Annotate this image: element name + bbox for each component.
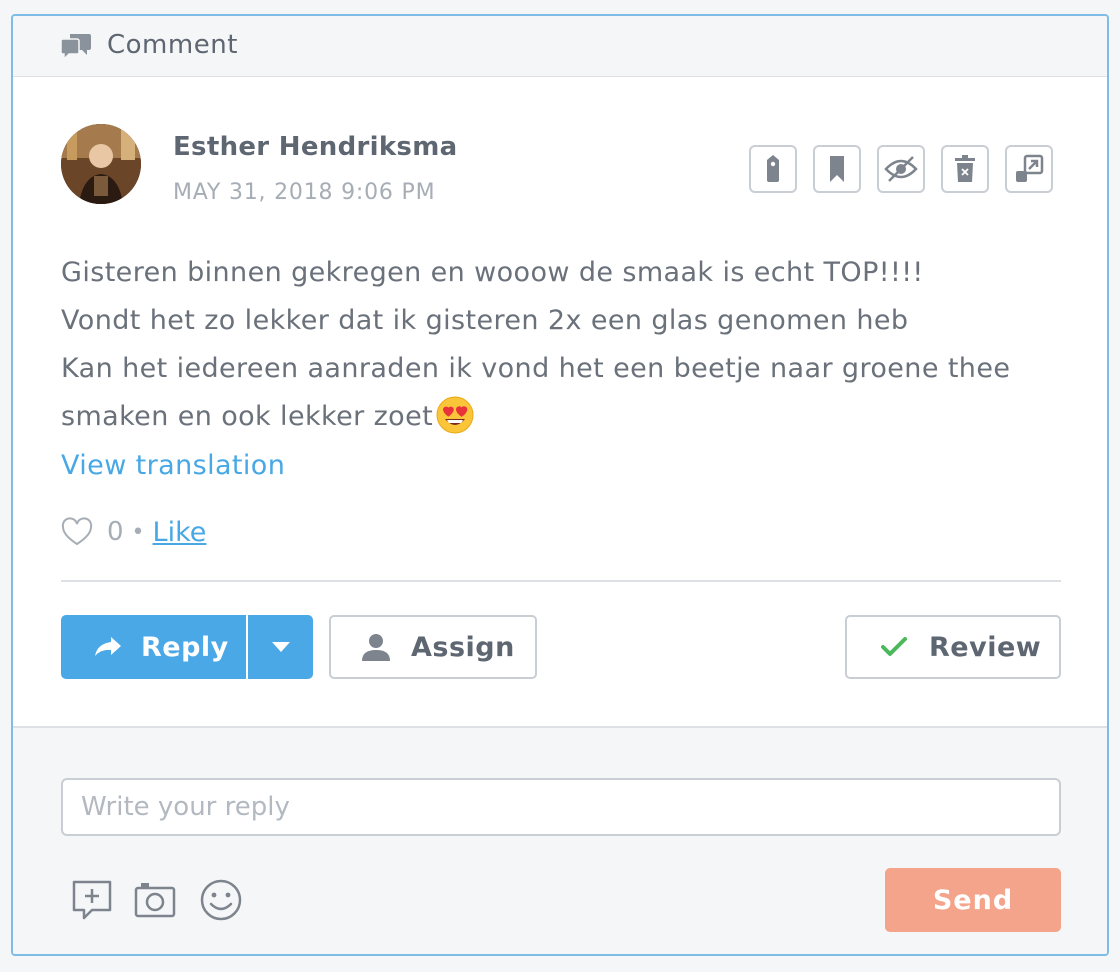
checkmark-icon (881, 637, 907, 656)
like-link[interactable]: Like (153, 517, 207, 548)
comment-line: Vondt het zo lekker dat ik gisteren 2x e… (61, 305, 909, 336)
heart-icon[interactable] (61, 517, 93, 547)
open-external-button[interactable] (1005, 145, 1053, 193)
camera-icon[interactable] (133, 878, 177, 922)
divider (61, 580, 1061, 582)
comment-line: smaken en ook lekker zoet (61, 401, 434, 432)
like-separator: • (131, 519, 145, 545)
external-link-icon (1016, 154, 1044, 182)
comment-text: Gisteren binnen gekregen en wooow de sma… (61, 249, 1061, 441)
comment-card: Comment Esther Hendriksma MAY 31, 2018 9… (11, 14, 1109, 956)
user-icon (362, 634, 390, 661)
reply-dropdown-toggle[interactable] (248, 615, 313, 679)
reply-button-group: Reply (61, 615, 313, 679)
author-name[interactable]: Esther Hendriksma (173, 132, 457, 162)
comment-timestamp: MAY 31, 2018 9:06 PM (173, 180, 436, 205)
heart-eyes-emoji (436, 396, 474, 434)
bookmark-icon (830, 156, 844, 182)
send-button[interactable]: Send (885, 868, 1061, 932)
comment-line: Kan het iedereen aanraden ik vond het ee… (61, 353, 1011, 384)
assign-button[interactable]: Assign (329, 615, 537, 679)
share-arrow-icon (95, 637, 121, 656)
delete-icon (955, 155, 975, 182)
hide-icon (884, 156, 918, 182)
tag-icon (767, 155, 779, 182)
view-translation-link[interactable]: View translation (61, 450, 285, 481)
avatar[interactable] (61, 124, 141, 204)
comments-icon (61, 34, 91, 60)
reply-button[interactable]: Reply (61, 615, 248, 679)
like-row: 0 • Like (61, 512, 206, 552)
card-header: Comment (13, 16, 1107, 77)
caret-down-icon (271, 642, 290, 652)
reply-label: Reply (141, 631, 229, 663)
tag-button[interactable] (749, 145, 797, 193)
review-button[interactable]: Review (845, 615, 1061, 679)
add-note-icon[interactable] (71, 878, 115, 922)
avatar-photo (61, 124, 141, 204)
assign-label: Assign (411, 631, 515, 663)
reply-composer: Send (13, 726, 1107, 954)
review-label: Review (929, 631, 1042, 663)
hide-button[interactable] (877, 145, 925, 193)
comment-line-last: smaken en ook lekker zoet (61, 393, 1061, 441)
bookmark-button[interactable] (813, 145, 861, 193)
like-count: 0 (107, 517, 124, 547)
smiley-icon[interactable] (199, 878, 243, 922)
card-title: Comment (107, 30, 238, 60)
delete-button[interactable] (941, 145, 989, 193)
reply-input[interactable] (61, 778, 1061, 836)
comment-line: Gisteren binnen gekregen en wooow de sma… (61, 257, 924, 288)
